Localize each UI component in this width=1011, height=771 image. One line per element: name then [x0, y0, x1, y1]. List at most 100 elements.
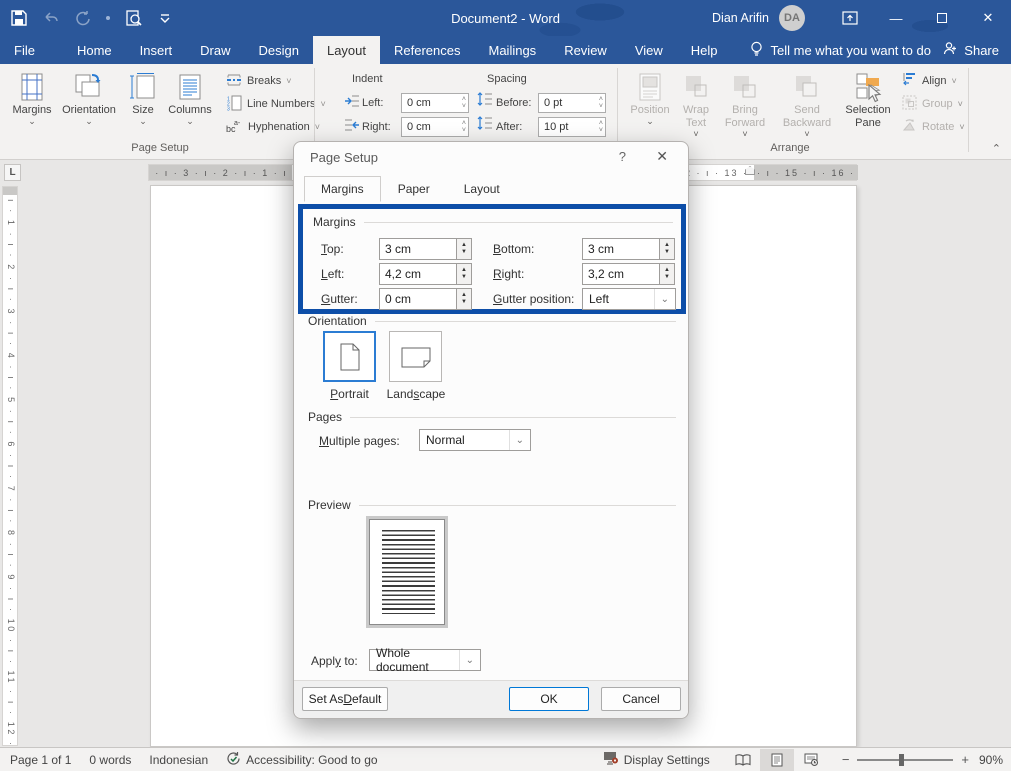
share-label: Share	[964, 42, 999, 58]
multiple-pages-dropdown[interactable]: Normal ⌄	[419, 429, 531, 451]
zoom-slider[interactable]	[857, 753, 954, 766]
ok-button[interactable]: OK	[509, 687, 589, 711]
orientation-button[interactable]: Orientation ⌄	[58, 70, 120, 140]
hyphenation-icon: bc a-	[226, 118, 243, 137]
zoom-level[interactable]: 90%	[969, 753, 1003, 767]
spinner-icons[interactable]: ˄ ˅	[462, 94, 466, 112]
margins-section-label: Margins	[313, 215, 356, 229]
dialog-close-icon[interactable]: ✕	[656, 148, 668, 165]
spacing-before-input[interactable]: 0 pt ˄ ˅	[538, 93, 606, 113]
print-layout-button[interactable]	[759, 748, 794, 771]
tab-layout[interactable]: Layout	[312, 36, 381, 64]
apply-to-label: Apply to:	[311, 654, 358, 668]
chevron-down-icon: ⌄	[646, 116, 654, 126]
language-indicator[interactable]: Indonesian	[149, 753, 208, 767]
align-button[interactable]: Align ˅	[902, 72, 957, 90]
spinner[interactable]: ▲ ▼	[456, 238, 472, 260]
spinner-icons[interactable]: ˄ ˅	[599, 118, 603, 136]
zoom-in-button[interactable]: +	[961, 752, 969, 767]
breaks-button[interactable]: Breaks ˅	[226, 72, 292, 90]
tab-review[interactable]: Review	[550, 36, 621, 64]
tab-mailings[interactable]: Mailings	[475, 36, 551, 64]
minimize-button[interactable]: —	[873, 0, 919, 36]
spinner[interactable]: ▲ ▼	[456, 263, 472, 285]
spinner-icons[interactable]: ˄ ˅	[462, 118, 466, 136]
send-backward-button: Send Backward ˅	[776, 70, 838, 140]
dialog-tab-layout[interactable]: Layout	[447, 176, 517, 202]
portrait-label: Portrait	[330, 387, 369, 401]
accessibility-icon	[226, 751, 241, 769]
columns-button[interactable]: Columns ⌄	[164, 70, 216, 140]
maximize-icon	[937, 13, 947, 23]
set-as-default-button[interactable]: Set As Default	[302, 687, 388, 711]
preview-text-lines	[382, 530, 435, 614]
dialog-tab-paper[interactable]: Paper	[381, 176, 447, 202]
dialog-tab-margins[interactable]: Margins	[304, 176, 381, 202]
spinner-icons[interactable]: ˄ ˅	[599, 94, 603, 112]
spinner[interactable]: ▲ ▼	[659, 238, 675, 260]
spinner[interactable]: ▲ ▼	[456, 288, 472, 310]
margins-button[interactable]: Margins ⌄	[8, 70, 56, 140]
close-button[interactable]: ✕	[965, 0, 1011, 36]
collapse-ribbon-icon[interactable]: ⌃	[992, 142, 1001, 155]
web-layout-button[interactable]	[794, 749, 828, 771]
size-button[interactable]: Size ⌄	[124, 70, 162, 140]
tab-stop-selector[interactable]: L	[4, 164, 21, 181]
tab-insert[interactable]: Insert	[126, 36, 187, 64]
user-name[interactable]: Dian Arifin	[712, 11, 769, 25]
tab-design[interactable]: Design	[245, 36, 313, 64]
tab-help[interactable]: Help	[677, 36, 732, 64]
display-settings-button[interactable]: Display Settings	[603, 751, 710, 768]
ribbon-tab-row: File Home Insert Draw Design Layout Refe…	[0, 36, 1011, 64]
chevron-down-icon: ˅	[693, 129, 699, 139]
maximize-button[interactable]	[919, 0, 965, 36]
multiple-pages-label: Multiple pages:	[319, 434, 400, 448]
chevron-down-icon: ˅	[314, 122, 321, 132]
share-button[interactable]: Share	[943, 36, 999, 64]
chevron-down-icon: ⌄	[458, 650, 474, 670]
indent-right-input[interactable]: 0 cm ˄ ˅	[401, 117, 469, 137]
position-button: Position ⌄	[624, 70, 676, 140]
rotate-icon	[902, 118, 917, 136]
zoom-out-button[interactable]: −	[842, 752, 850, 767]
landscape-label: Landscape	[386, 387, 446, 401]
bring-forward-button: Bring Forward ˅	[716, 70, 774, 140]
tab-references[interactable]: References	[380, 36, 474, 64]
vertical-ruler[interactable]: ı · 1 · ı · 2 · ı · 3 · ı · 4 · ı · 5 · …	[2, 186, 18, 771]
avatar[interactable]: DA	[779, 5, 805, 31]
print-layout-icon	[771, 753, 783, 766]
tab-file[interactable]: File	[0, 36, 49, 64]
chevron-down-icon: ˅	[957, 99, 963, 109]
hyphenation-button[interactable]: bc a- Hyphenation ˅	[226, 118, 320, 136]
line-numbers-button[interactable]: 123 Line Numbers ˅	[226, 95, 326, 113]
spacing-before-icon	[477, 92, 493, 111]
ribbon-display-options-icon[interactable]	[827, 0, 873, 36]
chevron-down-icon: ⌄	[139, 116, 147, 126]
zoom-slider-thumb[interactable]	[899, 753, 905, 766]
landscape-option[interactable]	[389, 331, 442, 382]
cancel-button[interactable]: Cancel	[601, 687, 681, 711]
page-setup-dialog: Page Setup ? ✕ Margins Paper Layout Marg…	[293, 141, 689, 719]
page-indicator[interactable]: Page 1 of 1	[10, 753, 71, 767]
gutter-position-dropdown[interactable]: Left ⌄	[582, 288, 676, 310]
spacing-after-input[interactable]: 10 pt ˄ ˅	[538, 117, 606, 137]
mouse-cursor	[868, 83, 884, 107]
tab-view[interactable]: View	[621, 36, 677, 64]
indent-left-input[interactable]: 0 cm ˄ ˅	[401, 93, 469, 113]
read-mode-button[interactable]	[726, 749, 760, 771]
dialog-help-icon[interactable]: ?	[619, 149, 626, 164]
spacing-after-label: After:	[496, 121, 523, 133]
tab-draw[interactable]: Draw	[186, 36, 244, 64]
accessibility-status[interactable]: Accessibility: Good to go	[226, 751, 378, 769]
chevron-down-icon: ⌄	[186, 116, 194, 126]
apply-to-dropdown[interactable]: Whole document ⌄	[369, 646, 481, 674]
section-rule	[363, 221, 673, 223]
align-icon	[902, 72, 917, 90]
spinner[interactable]: ▲ ▼	[659, 263, 675, 285]
margins-highlight-box: Margins Top: 3 cm ▲ ▼ Bottom: 3 cm ▲ ▼ Lef…	[298, 204, 686, 314]
tab-home[interactable]: Home	[63, 36, 126, 64]
breaks-icon	[226, 72, 242, 91]
portrait-option[interactable]	[323, 331, 376, 382]
tell-me-box[interactable]: Tell me what you want to do	[750, 36, 931, 64]
word-count[interactable]: 0 words	[89, 753, 131, 767]
